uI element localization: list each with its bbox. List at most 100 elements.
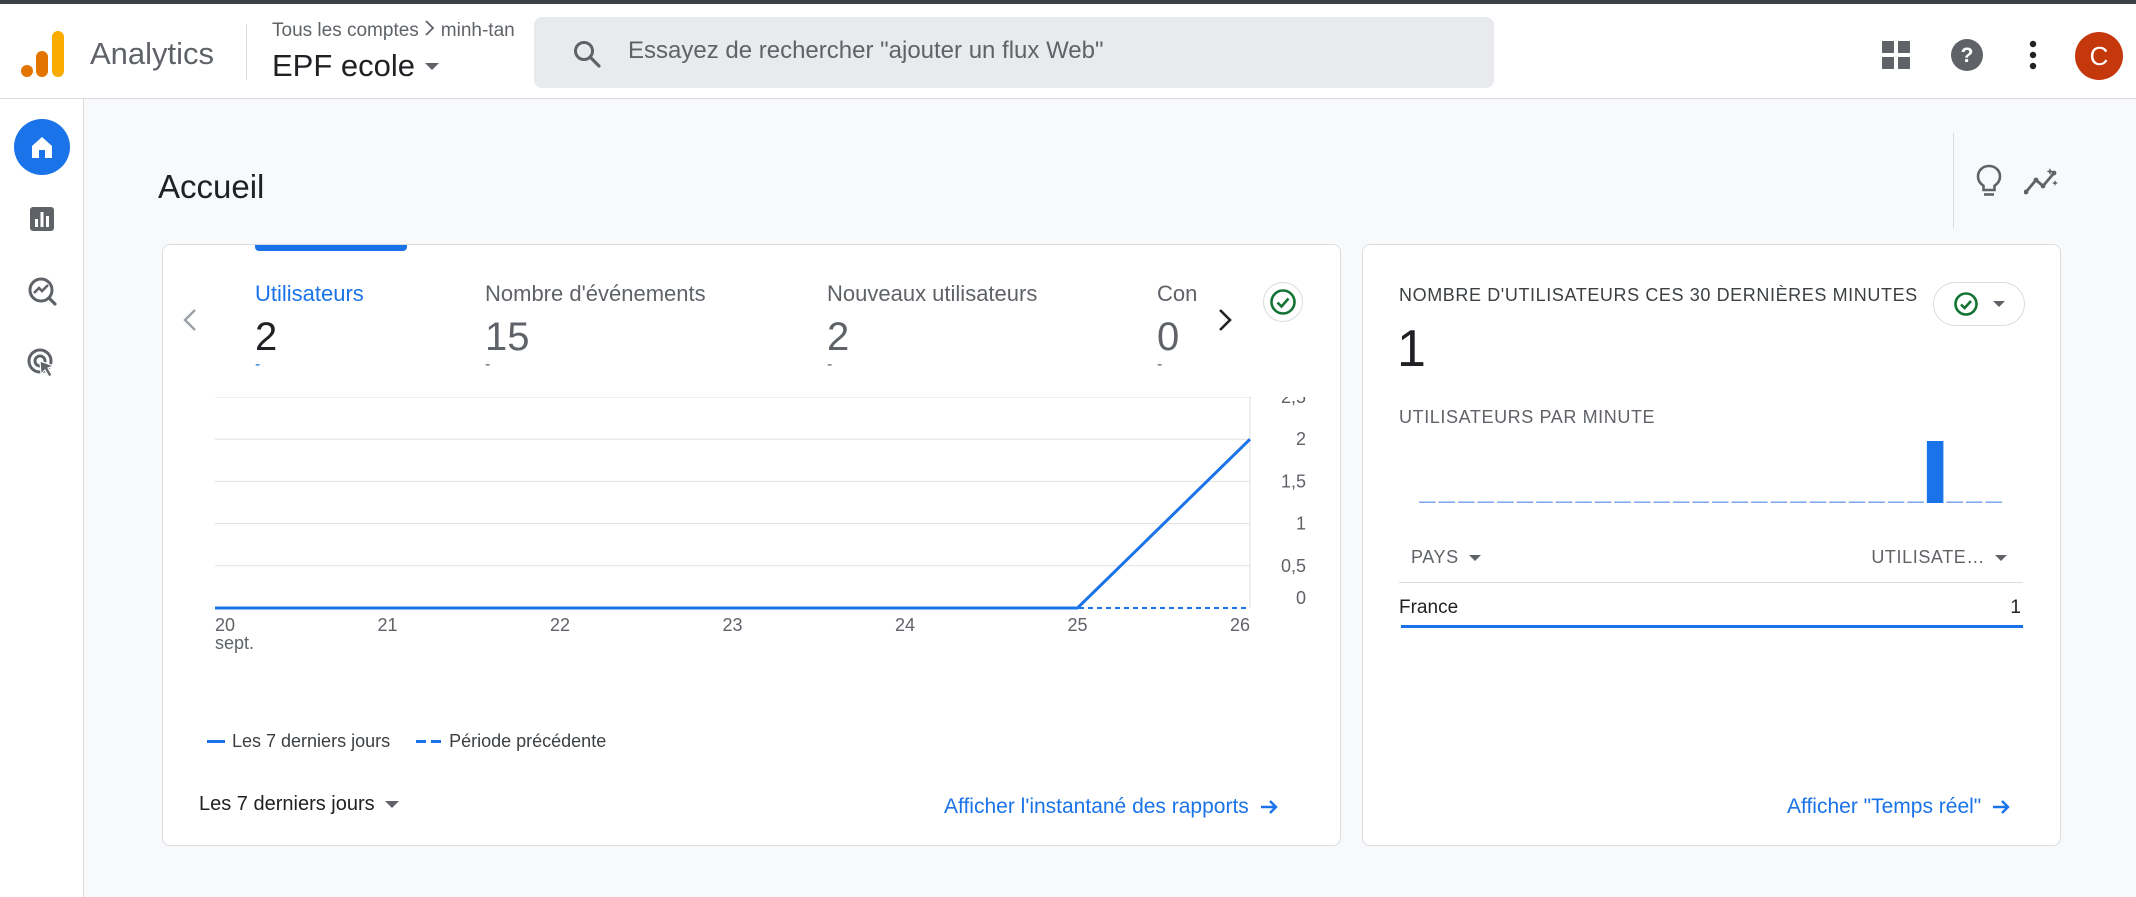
chevron-left-icon[interactable] [173, 303, 207, 337]
users-per-minute-chart [1419, 441, 2002, 504]
more-vert-icon[interactable] [2011, 33, 2055, 77]
metric-label: Nouveaux utilisateurs [827, 281, 1038, 306]
minute-bar[interactable] [1809, 501, 1827, 504]
minute-bar[interactable] [1985, 501, 2002, 504]
metric-tab-users[interactable]: Utilisateurs 2 - [255, 281, 364, 373]
top-app-bar: Analytics Tous les comptes minh-tan EPF … [0, 4, 2136, 99]
minute-bar[interactable] [1575, 501, 1592, 504]
search-bar[interactable] [534, 17, 1494, 88]
minute-bar[interactable] [1692, 501, 1709, 504]
minute-bar[interactable] [1594, 501, 1612, 504]
minute-bar[interactable] [1497, 501, 1514, 504]
minute-bar[interactable] [1907, 501, 1924, 504]
column-header-users[interactable]: UTILISATE… [1871, 547, 2007, 568]
minute-bar[interactable] [1653, 501, 1670, 504]
column-header-country-label: PAYS [1411, 547, 1459, 567]
app-title: Analytics [90, 36, 215, 71]
realtime-user-count: 1 [1397, 320, 1426, 378]
minute-bar[interactable] [1438, 501, 1456, 504]
minute-bar[interactable] [1731, 501, 1749, 504]
minute-bar[interactable] [1516, 501, 1534, 504]
svg-text:?: ? [1961, 44, 1974, 67]
help-icon[interactable]: ? [1945, 33, 1989, 77]
breadcrumb-account[interactable]: minh-tan [441, 20, 515, 42]
minute-bar[interactable] [1633, 501, 1651, 504]
dropdown-arrow-icon [425, 62, 440, 70]
metric-tab-events[interactable]: Nombre d'événements 15 - [485, 281, 706, 373]
y-tick-label: 2 [1296, 429, 1306, 449]
y-tick-label: 1 [1296, 514, 1306, 534]
home-icon [32, 137, 52, 158]
minute-bar[interactable] [1536, 501, 1553, 504]
legend-swatch-dashed [416, 740, 443, 743]
x-tick-sublabel: sept. [215, 633, 254, 653]
metric-label: Nombre d'événements [485, 281, 706, 306]
metric-value: 2 [827, 315, 850, 359]
y-tick-label: 0 [1296, 588, 1306, 608]
search-icon [572, 39, 602, 69]
bar-chart-icon [30, 207, 54, 231]
minute-bar[interactable] [1926, 441, 1944, 503]
minute-bar[interactable] [1555, 501, 1573, 504]
legend-swatch-solid [207, 740, 225, 743]
metric-label: Utilisateurs [255, 281, 364, 306]
minute-bar[interactable] [1712, 501, 1729, 504]
minute-bar[interactable] [1848, 501, 1866, 504]
minute-bar[interactable] [1790, 501, 1807, 504]
minute-bar[interactable] [1868, 501, 1885, 504]
search-input[interactable] [628, 31, 1448, 71]
property-name: EPF ecole [272, 48, 416, 83]
minute-bar[interactable] [1770, 501, 1788, 504]
insights-icon[interactable] [2022, 161, 2062, 201]
minute-bar[interactable] [1672, 501, 1690, 504]
minute-bar[interactable] [1458, 501, 1475, 504]
share-bar [1401, 625, 2023, 628]
breadcrumb-all-accounts[interactable]: Tous les comptes [272, 20, 419, 42]
apps-grid-icon[interactable] [1874, 33, 1918, 77]
minute-bar[interactable] [1419, 501, 1436, 504]
minute-bar[interactable] [1965, 501, 1983, 504]
column-header-country[interactable]: PAYS [1411, 547, 1481, 568]
chevron-right-icon[interactable] [1208, 303, 1242, 337]
table-row[interactable]: France 1 [1399, 585, 2023, 629]
account-avatar[interactable]: C [2075, 32, 2123, 80]
column-header-users-label: UTILISATE… [1871, 547, 1985, 567]
property-selector[interactable]: EPF ecole [272, 48, 440, 84]
nav-reports[interactable] [14, 191, 70, 247]
chart-legend: Les 7 derniers jours Période précédente [207, 731, 606, 752]
metric-delta: - [827, 356, 833, 373]
minute-bar[interactable] [1614, 501, 1631, 504]
metric-value: 2 [255, 315, 278, 359]
nav-advertising[interactable] [14, 335, 70, 391]
view-realtime-link[interactable]: Afficher "Temps réel" [1787, 795, 2011, 819]
lightbulb-icon[interactable] [1969, 161, 2009, 201]
minute-bar[interactable] [1751, 501, 1768, 504]
nav-explore[interactable] [14, 263, 70, 319]
overview-card: Utilisateurs 2 - Nombre d'événements 15 … [162, 244, 1341, 846]
analytics-logo-icon[interactable] [20, 29, 66, 79]
minute-bar[interactable] [1829, 501, 1846, 504]
metric-tab-conversions[interactable]: Conversions 0 - [1157, 281, 1197, 373]
metric-value: 15 [485, 315, 530, 359]
legend-item-current: Les 7 derniers jours [207, 731, 390, 752]
header-divider [246, 24, 247, 80]
realtime-card: NOMBRE D'UTILISATEURS CES 30 DERNIÈRES M… [1362, 244, 2061, 846]
minute-bar[interactable] [1477, 501, 1495, 504]
minute-bar[interactable] [1887, 501, 1905, 504]
users-per-minute-title: UTILISATEURS PAR MINUTE [1399, 407, 1656, 427]
nav-home[interactable] [14, 119, 70, 175]
dropdown-arrow-icon [1993, 301, 2005, 307]
breadcrumb[interactable]: Tous les comptes minh-tan [272, 20, 515, 42]
realtime-status-dropdown[interactable] [1933, 282, 2025, 326]
y-tick-label: 0,5 [1281, 556, 1306, 576]
metric-tab-new-users[interactable]: Nouveaux utilisateurs 2 - [827, 281, 1038, 373]
minute-bar[interactable] [1946, 501, 1963, 504]
metric-label: Conversions [1157, 281, 1197, 306]
x-tick-label: 20 [215, 615, 235, 635]
check-circle-icon[interactable] [1263, 282, 1303, 322]
view-reports-snapshot-label: Afficher l'instantané des rapports [944, 795, 1249, 818]
dropdown-arrow-icon [384, 801, 399, 808]
realtime-title: NOMBRE D'UTILISATEURS CES 30 DERNIÈRES M… [1399, 285, 1918, 305]
view-reports-snapshot-link[interactable]: Afficher l'instantané des rapports [944, 795, 1279, 819]
date-range-selector[interactable]: Les 7 derniers jours [199, 793, 399, 816]
